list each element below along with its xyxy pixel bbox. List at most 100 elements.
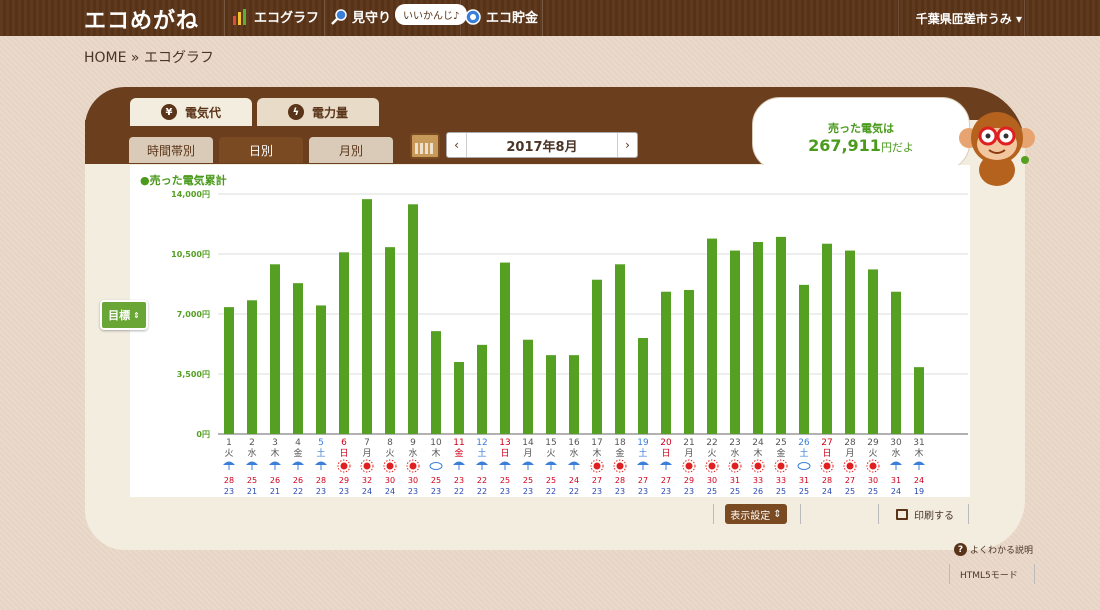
x-tick-weekday: 木 <box>431 447 440 459</box>
bar <box>339 252 349 434</box>
high-temp: 30 <box>408 476 418 485</box>
high-temp: 31 <box>730 476 740 485</box>
bar <box>914 367 924 434</box>
high-temp: 25 <box>247 476 257 485</box>
sun-icon <box>616 462 624 470</box>
umbrella-icon <box>660 461 672 465</box>
bar <box>316 305 326 434</box>
x-tick-weekday: 金 <box>454 447 463 459</box>
low-temp: 23 <box>592 487 602 496</box>
bar <box>799 284 809 434</box>
bar <box>431 331 441 434</box>
x-tick-weekday: 月 <box>362 448 371 459</box>
bar <box>500 262 510 434</box>
divider <box>713 504 714 524</box>
x-tick-weekday: 水 <box>569 447 578 459</box>
high-temp: 27 <box>661 476 671 485</box>
x-tick-weekday: 月 <box>845 448 854 459</box>
help-link[interactable]: ? よくわかる説明 <box>954 543 1033 556</box>
x-tick-weekday: 水 <box>891 447 900 459</box>
question-icon: ? <box>954 543 967 556</box>
umbrella-icon <box>476 461 488 465</box>
x-tick-day: 11 <box>453 438 464 448</box>
x-tick-weekday: 土 <box>316 447 325 459</box>
low-temp: 23 <box>431 487 441 496</box>
sun-icon <box>823 462 831 470</box>
x-tick-weekday: 金 <box>776 447 785 459</box>
x-tick-day: 8 <box>387 438 393 448</box>
umbrella-icon <box>246 461 258 465</box>
low-temp: 22 <box>293 487 303 496</box>
x-tick-day: 9 <box>410 438 416 448</box>
x-tick-weekday: 金 <box>293 447 302 459</box>
x-tick-weekday: 月 <box>684 448 693 459</box>
x-tick-weekday: 水 <box>247 447 256 459</box>
x-tick-day: 28 <box>844 438 856 448</box>
umbrella-icon <box>522 461 534 465</box>
x-tick-day: 22 <box>706 438 717 448</box>
divider <box>949 564 950 584</box>
x-tick-weekday: 木 <box>914 447 923 459</box>
x-tick-day: 7 <box>364 438 370 448</box>
high-temp: 24 <box>569 476 579 485</box>
x-tick-weekday: 木 <box>592 447 601 459</box>
low-temp: 24 <box>891 487 901 496</box>
x-tick-weekday: 月 <box>523 448 532 459</box>
low-temp: 23 <box>224 487 234 496</box>
bar <box>454 362 464 434</box>
x-tick-day: 31 <box>913 438 924 448</box>
x-tick-day: 13 <box>499 438 510 448</box>
x-tick-day: 15 <box>545 438 556 448</box>
low-temp: 19 <box>914 487 924 496</box>
x-tick-weekday: 木 <box>753 447 762 459</box>
sort-arrows-icon: ⇕ <box>773 508 782 520</box>
high-temp: 30 <box>385 476 395 485</box>
x-tick-day: 24 <box>752 438 764 448</box>
x-tick-day: 1 <box>226 438 232 448</box>
display-settings-button[interactable]: 表示設定 ⇕ <box>725 504 787 524</box>
x-tick-day: 18 <box>614 438 626 448</box>
low-temp: 24 <box>385 487 395 496</box>
x-tick-day: 17 <box>591 438 602 448</box>
high-temp: 27 <box>592 476 602 485</box>
high-temp: 33 <box>776 476 786 485</box>
bar <box>569 355 579 434</box>
sun-icon <box>340 462 348 470</box>
low-temp: 25 <box>730 487 740 496</box>
x-tick-weekday: 火 <box>385 448 394 459</box>
sun-icon <box>846 462 854 470</box>
html5-mode-link[interactable]: HTML5モード <box>960 568 1018 581</box>
print-label: 印刷する <box>914 510 954 522</box>
bar <box>224 307 234 434</box>
umbrella-icon <box>568 461 580 465</box>
high-temp: 33 <box>753 476 763 485</box>
bar <box>270 264 280 434</box>
sun-icon <box>685 462 693 470</box>
low-temp: 23 <box>661 487 671 496</box>
divider <box>1034 564 1035 584</box>
x-tick-day: 30 <box>890 438 902 448</box>
print-button[interactable]: 印刷する <box>890 504 960 524</box>
sun-icon <box>409 462 417 470</box>
sun-icon <box>708 462 716 470</box>
high-temp: 27 <box>638 476 648 485</box>
bar <box>868 269 878 434</box>
printer-icon <box>896 508 908 520</box>
high-temp: 26 <box>293 476 303 485</box>
high-temp: 30 <box>868 476 878 485</box>
x-tick-day: 10 <box>430 438 442 448</box>
divider <box>800 504 801 524</box>
low-temp: 23 <box>523 487 533 496</box>
x-tick-weekday: 金 <box>615 447 624 459</box>
umbrella-icon <box>499 461 511 465</box>
x-tick-weekday: 火 <box>224 448 233 459</box>
low-temp: 25 <box>776 487 786 496</box>
cloud-icon <box>797 462 811 470</box>
x-tick-weekday: 土 <box>799 447 808 459</box>
high-temp: 28 <box>316 476 326 485</box>
low-temp: 22 <box>569 487 579 496</box>
x-tick-day: 12 <box>476 438 487 448</box>
bar <box>638 338 648 434</box>
bar <box>247 300 257 434</box>
bar <box>615 264 625 434</box>
